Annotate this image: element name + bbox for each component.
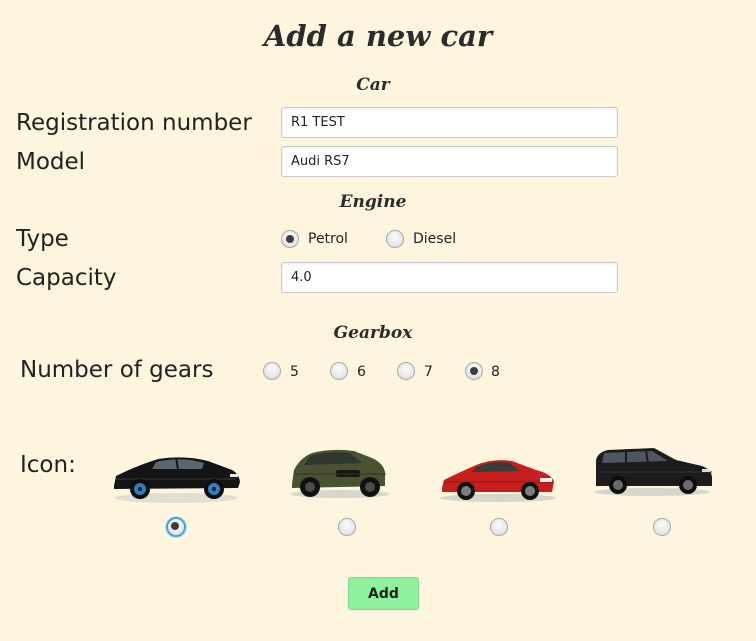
mercedes-coupe-icon[interactable] [432,436,572,514]
gears-6-label: 6 [357,364,366,380]
model-label: Model [16,149,86,175]
gears-7-radio[interactable] [397,362,415,380]
engine-type-petrol-label: Petrol [308,231,348,247]
icon-3-radio[interactable] [490,518,508,536]
bmw-x6-icon[interactable] [282,436,422,514]
gears-8-radio[interactable] [465,362,483,380]
gears-8-label: 8 [491,364,500,380]
vw-passat-estate-icon[interactable] [590,436,730,514]
engine-type-diesel-radio[interactable] [386,230,404,248]
engine-type-diesel-label: Diesel [413,231,457,247]
registration-number-label: Registration number [16,110,252,136]
capacity-label: Capacity [16,265,117,291]
audi-rs7-icon[interactable] [106,436,246,514]
icon-2-radio[interactable] [338,518,356,536]
gears-7-label: 7 [424,364,433,380]
gears-6-radio[interactable] [330,362,348,380]
icon-1-radio[interactable] [166,517,186,537]
icon-label: Icon: [20,452,76,478]
section-heading-engine: Engine [339,192,407,212]
engine-type-label: Type [16,226,69,252]
section-heading-car: Car [356,75,390,95]
registration-number-field[interactable] [281,107,618,138]
gears-5-radio[interactable] [263,362,281,380]
capacity-field[interactable] [281,262,618,293]
page-title: Add a new car [263,19,493,53]
icon-4-radio[interactable] [653,518,671,536]
model-field[interactable] [281,146,618,177]
number-of-gears-label: Number of gears [20,357,214,383]
section-heading-gearbox: Gearbox [333,323,413,343]
engine-type-petrol-radio[interactable] [281,230,299,248]
gears-5-label: 5 [290,364,299,380]
add-button[interactable]: Add [348,577,419,610]
